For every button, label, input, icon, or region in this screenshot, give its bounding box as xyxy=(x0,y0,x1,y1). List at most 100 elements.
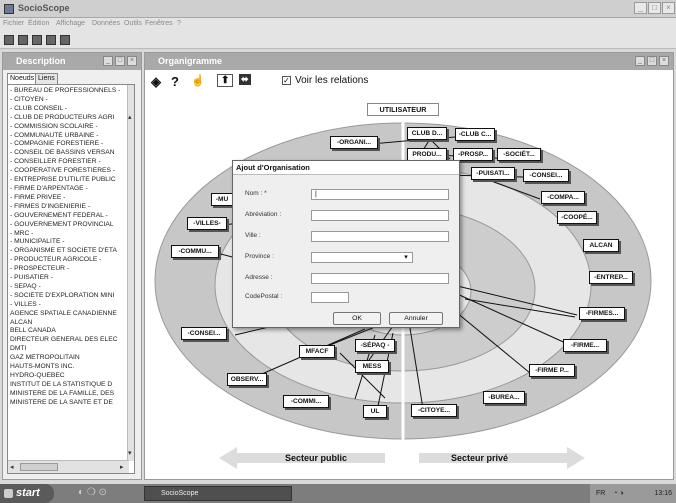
node-mfacf[interactable]: MFACF xyxy=(299,345,335,358)
help-icon[interactable]: ? xyxy=(171,74,179,89)
tree-item[interactable]: MINISTÈRE DE LA SANTÉ ET DE xyxy=(10,399,132,408)
abreviation-input[interactable] xyxy=(311,210,449,221)
tree-item[interactable]: - MUNICIPALITÉ - xyxy=(10,238,132,247)
node-firme[interactable]: -FIRME... xyxy=(563,339,607,352)
open-icon[interactable] xyxy=(18,35,28,45)
tree-item[interactable]: INSTITUT DE LA STATISTIQUE D xyxy=(10,381,132,390)
voir-relations-checkbox[interactable]: ✓ xyxy=(282,76,291,85)
node-consei-right[interactable]: -CONSEI... xyxy=(523,169,569,182)
node-firmes[interactable]: -FIRMES... xyxy=(579,307,625,320)
tree-item[interactable]: BELL CANADA xyxy=(10,327,132,336)
tree-item[interactable]: MINISTÈRE DE LA FAMILLE, DES xyxy=(10,390,132,399)
node-commu[interactable]: -COMMU... xyxy=(171,245,219,258)
node-ul[interactable]: UL xyxy=(363,405,387,418)
adresse-input[interactable] xyxy=(311,273,449,284)
pointer-icon[interactable]: ⬆ xyxy=(217,74,234,87)
node-coope[interactable]: -COOPÉ... xyxy=(557,211,597,224)
tree-item[interactable]: - COMPAGNIE FORESTIÈRE - xyxy=(10,140,132,149)
menu-fenetres[interactable]: Fenêtres xyxy=(145,20,173,27)
menu-donnees[interactable]: Données xyxy=(92,20,120,27)
chevron-down-icon[interactable]: ▾ xyxy=(401,252,411,263)
save-icon[interactable] xyxy=(32,35,42,45)
tree-item[interactable]: - PUISATIER - xyxy=(10,274,132,283)
tree-item[interactable]: - SÉPAQ - xyxy=(10,283,132,292)
node-observ[interactable]: OBSERV... xyxy=(227,373,267,386)
menu-affichage[interactable]: Affichage xyxy=(56,20,85,27)
quicklaunch-icons[interactable]: ◐ ❍ ⊙ xyxy=(78,487,107,498)
new-icon[interactable] xyxy=(4,35,14,45)
tree-item[interactable]: - CLUB CONSEIL - xyxy=(10,105,132,114)
tree-item[interactable]: DIRECTEUR GÉNÉRAL DES ÉLEC xyxy=(10,336,132,345)
node-citoye[interactable]: -CITOYE... xyxy=(411,404,457,417)
tree-item[interactable]: GAZ MÉTROPOLITAIN xyxy=(10,354,132,363)
node-mess[interactable]: MESS xyxy=(355,360,389,373)
start-button[interactable]: start xyxy=(0,484,54,503)
ville-input[interactable] xyxy=(311,231,449,242)
tree-item[interactable]: - FIRME D'ARPENTAGE - xyxy=(10,185,132,194)
node-sepaq[interactable]: -SÉPAQ - xyxy=(355,339,395,352)
panel-minimize-button[interactable]: _ xyxy=(103,56,113,66)
tree-item[interactable]: - CITOYEN - xyxy=(10,96,132,105)
tree-item[interactable]: - COMMISSION SCOLAIRE - xyxy=(10,123,132,132)
node-club-c[interactable]: -CLUB C... xyxy=(455,128,495,141)
node-compa[interactable]: -COMPA... xyxy=(541,191,585,204)
minimize-button[interactable]: _ xyxy=(634,2,647,14)
ok-button[interactable]: OK xyxy=(333,312,381,325)
scroll-left-icon[interactable]: ◂ xyxy=(10,463,14,471)
tree-item[interactable]: - PRODUCTEUR AGRICOLE - xyxy=(10,256,132,265)
node-villes[interactable]: -VILLES- xyxy=(187,217,227,230)
org-minimize-button[interactable]: _ xyxy=(635,56,645,66)
tab-liens[interactable]: Liens xyxy=(35,73,58,84)
panel-maximize-button[interactable]: □ xyxy=(115,56,125,66)
node-club-d[interactable]: CLUB D... xyxy=(407,127,447,140)
taskbar-app-button[interactable]: SocioScope xyxy=(144,486,292,501)
org-close-button[interactable]: × xyxy=(659,56,669,66)
scroll-up-icon[interactable]: ▴ xyxy=(128,113,132,121)
tree-item[interactable]: - ORGANISME ET SOCIÉTÉ D'ÉTA xyxy=(10,247,132,256)
node-firme-p[interactable]: -FIRME P... xyxy=(529,364,575,377)
menu-outils[interactable]: Outils xyxy=(124,20,142,27)
node-tree[interactable]: - BUREAU DE PROFESSIONNELS -- CITOYEN --… xyxy=(7,84,135,474)
codepostal-input[interactable] xyxy=(311,292,349,303)
panel-close-button[interactable]: × xyxy=(127,56,137,66)
node-puisat[interactable]: -PUISATI... xyxy=(471,167,515,180)
tree-horizontal-scrollbar[interactable]: ◂ ▸ xyxy=(8,460,129,473)
node-entrep[interactable]: -ENTREP... xyxy=(589,271,633,284)
node-mu[interactable]: -MU xyxy=(211,193,233,206)
org-maximize-button[interactable]: □ xyxy=(647,56,657,66)
tree-item[interactable]: - MRC - xyxy=(10,230,132,239)
scroll-right-icon[interactable]: ▸ xyxy=(120,463,124,471)
tab-noeuds[interactable]: Noeuds xyxy=(7,73,38,84)
close-button[interactable]: × xyxy=(662,2,675,14)
tree-item[interactable]: - VILLES - xyxy=(10,301,132,310)
eraser-icon[interactable]: ◈ xyxy=(151,74,161,90)
scroll-thumb[interactable] xyxy=(20,463,58,471)
language-indicator[interactable]: FR xyxy=(596,490,605,497)
tree-item[interactable]: - CONSEILLER FORESTIER - xyxy=(10,158,132,167)
tree-item[interactable]: - BUREAU DE PROFESSIONNELS - xyxy=(10,87,132,96)
node-consei-left[interactable]: -CONSEI... xyxy=(181,327,227,340)
tree-item[interactable]: AGENCE SPATIALE CANADIENNE xyxy=(10,310,132,319)
tree-item[interactable]: - PROSPECTEUR - xyxy=(10,265,132,274)
tree-item[interactable]: - FIRME PRIVÉE - xyxy=(10,194,132,203)
menu-help[interactable]: ? xyxy=(177,20,181,27)
maximize-button[interactable]: □ xyxy=(648,2,661,14)
tree-item[interactable]: - GOUVERNEMENT FÉDÉRAL - xyxy=(10,212,132,221)
node-societ[interactable]: -SOCIÉT... xyxy=(497,148,541,161)
tree-item[interactable]: HYDRO-QUÉBEC xyxy=(10,372,132,381)
tree-item[interactable]: - SOCIÉTÉ D'EXPLORATION MINI xyxy=(10,292,132,301)
tree-item[interactable]: - CLUB DE PRODUCTEURS AGRI xyxy=(10,114,132,123)
node-commi[interactable]: -COMMI... xyxy=(283,395,329,408)
menu-edition[interactable]: Édition xyxy=(28,20,49,27)
node-burea[interactable]: -BUREA... xyxy=(483,391,525,404)
tree-item[interactable]: - CONSEIL DE BASSINS VERSAN xyxy=(10,149,132,158)
tree-item[interactable]: - GOUVERNEMENT PROVINCIAL xyxy=(10,221,132,230)
cancel-button[interactable]: Annuler xyxy=(389,312,443,325)
tree-item[interactable]: - COMMUNAUTÉ URBAINE - xyxy=(10,132,132,141)
nom-input[interactable]: | xyxy=(311,189,449,200)
node-alcan[interactable]: ALCAN xyxy=(583,239,619,252)
tree-icon[interactable] xyxy=(60,35,70,45)
tree-item[interactable]: ALCAN xyxy=(10,319,132,328)
hand-icon[interactable]: ☝ xyxy=(191,74,205,87)
tree-item[interactable]: DMTI xyxy=(10,345,132,354)
